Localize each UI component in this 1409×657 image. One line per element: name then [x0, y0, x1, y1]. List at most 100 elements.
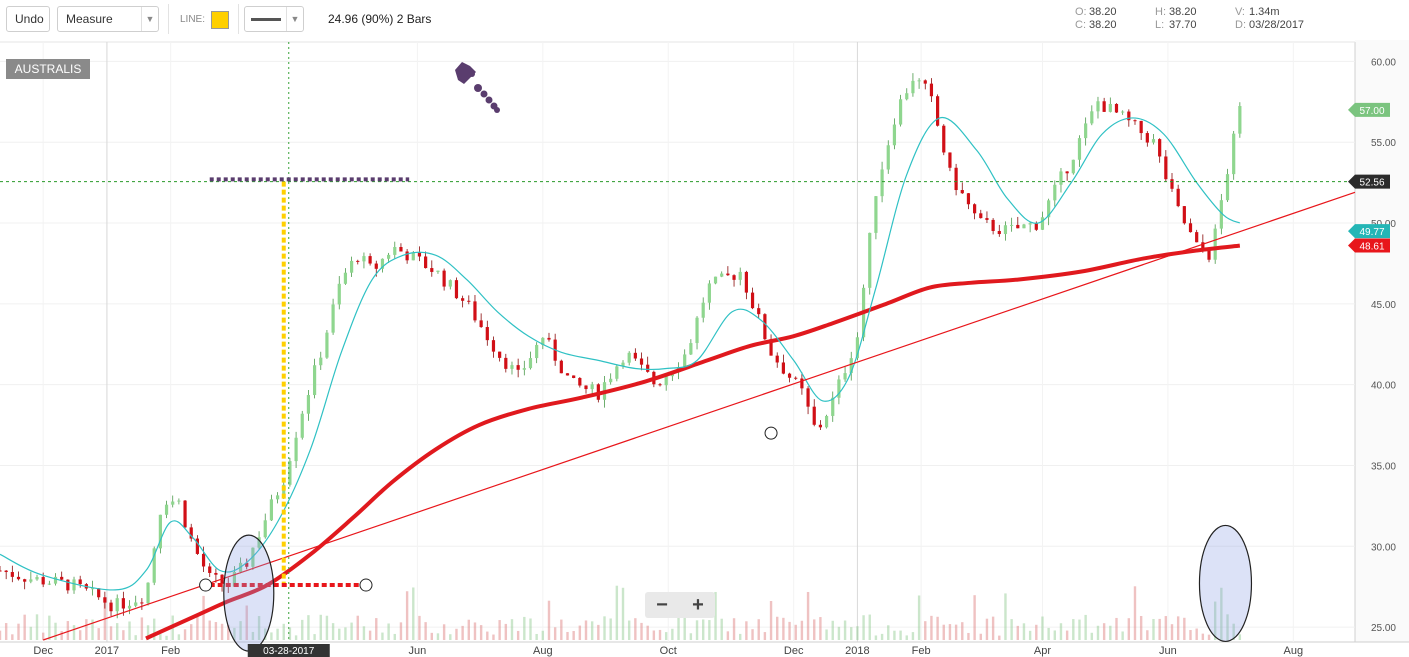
price-tag-label: 48.61: [1359, 241, 1384, 252]
volume-bar: [23, 614, 26, 640]
volume-bar: [954, 624, 958, 640]
volume-bar: [1195, 628, 1198, 640]
candle-body: [177, 500, 181, 502]
volume-bar: [473, 622, 477, 640]
volume-bar: [368, 630, 372, 640]
candle-body: [208, 566, 212, 573]
measure-dropdown[interactable]: Measure ▼: [57, 6, 159, 32]
ohlc-volume-date: V: 1.34m D: 03/28/2017: [1235, 6, 1305, 31]
zoom-in-button[interactable]: +: [681, 592, 715, 618]
line-color-swatch[interactable]: [211, 11, 229, 29]
drag-handle[interactable]: [199, 578, 213, 592]
candle-body: [572, 375, 576, 379]
candle-body: [411, 252, 415, 261]
candle-body: [1188, 223, 1193, 233]
volume-bar: [0, 630, 2, 640]
price-tag: 49.77: [1348, 224, 1390, 239]
drag-handle[interactable]: [764, 426, 778, 440]
highlight-ellipse[interactable]: [1198, 524, 1253, 643]
volume-bar: [1084, 614, 1087, 640]
candle-body: [1121, 111, 1125, 113]
volume-bar: [948, 624, 952, 640]
candle-body: [911, 80, 915, 94]
candle-body: [973, 204, 977, 214]
zoom-out-button[interactable]: −: [645, 592, 679, 618]
volume-bar: [1047, 627, 1050, 640]
candle-body: [53, 576, 58, 584]
candle-body: [824, 415, 829, 428]
volume-bar: [843, 620, 847, 640]
volume-bar: [664, 632, 668, 640]
x-tick-label: Aug: [1284, 645, 1304, 657]
volume-bar: [319, 614, 322, 640]
x-tick-label: Jun: [1159, 645, 1177, 657]
volume-bar: [1158, 618, 1161, 640]
line-style-dropdown[interactable]: ▼: [244, 6, 304, 32]
undo-button[interactable]: Undo: [6, 6, 50, 32]
y-tick-label: 60.00: [1371, 57, 1396, 68]
volume-bar: [405, 591, 409, 640]
volume-bar: [1010, 619, 1013, 640]
candle-body: [4, 570, 8, 573]
candle-body: [1084, 123, 1088, 139]
candle-body: [689, 343, 693, 355]
candle-body: [818, 424, 823, 428]
candle-body: [892, 124, 897, 146]
volume-bar: [492, 634, 495, 640]
candle-body: [966, 193, 971, 205]
volume-bar: [220, 623, 224, 640]
volume-bar: [523, 616, 526, 640]
candle-body: [609, 378, 613, 383]
volume-bar: [1109, 625, 1112, 640]
volume-bar: [726, 631, 730, 640]
x-tick-label: Dec: [33, 645, 53, 657]
candle-body: [430, 268, 434, 272]
price-chart[interactable]: 25.0030.0035.0040.0045.0050.0055.0060.00…: [0, 40, 1409, 657]
volume-bar: [1207, 634, 1211, 640]
volume-bar: [60, 631, 63, 640]
volume-bar: [455, 628, 458, 640]
volume-bar: [270, 632, 273, 640]
volume-bar: [449, 634, 452, 640]
line-label: LINE:: [180, 14, 206, 25]
volume-bar: [671, 628, 674, 640]
volume-bar: [553, 627, 557, 640]
volume-bar: [856, 626, 859, 640]
drag-handle[interactable]: [359, 578, 373, 592]
volume-bar: [516, 630, 520, 640]
candle-body: [787, 373, 792, 378]
candle-body: [763, 314, 767, 340]
volume-bar: [350, 622, 353, 640]
volume-bar: [819, 617, 822, 640]
volume-bar: [1201, 633, 1205, 640]
candle-body: [300, 413, 304, 438]
candle-body: [424, 256, 428, 269]
candle-body: [436, 270, 440, 272]
candle-body: [214, 572, 218, 575]
volume-bar: [1183, 617, 1186, 640]
candle-body: [985, 218, 989, 220]
candle-body: [269, 499, 274, 521]
volume-bar: [677, 615, 680, 640]
x-tick-label: Oct: [660, 645, 677, 657]
candle-body: [356, 260, 360, 262]
volume-bar: [140, 617, 144, 640]
volume-bar: [54, 622, 57, 640]
volume-bar: [813, 619, 816, 640]
volume-bar: [177, 634, 181, 640]
volume-bar: [510, 619, 514, 640]
candle-body: [547, 337, 551, 340]
x-tick-label: 2018: [845, 645, 869, 657]
candle-body: [1065, 171, 1069, 174]
candle-body: [109, 602, 113, 612]
highlight-ellipse[interactable]: [223, 534, 275, 652]
candle-body: [1225, 174, 1230, 201]
candle-body: [1102, 101, 1106, 112]
candle-body: [522, 368, 526, 370]
candle-body: [78, 579, 82, 585]
volume-bar: [1121, 631, 1124, 640]
candle-body: [461, 298, 465, 301]
x-tick-label: Dec: [784, 645, 804, 657]
volume-bar: [887, 625, 890, 640]
candle-body: [695, 317, 699, 344]
